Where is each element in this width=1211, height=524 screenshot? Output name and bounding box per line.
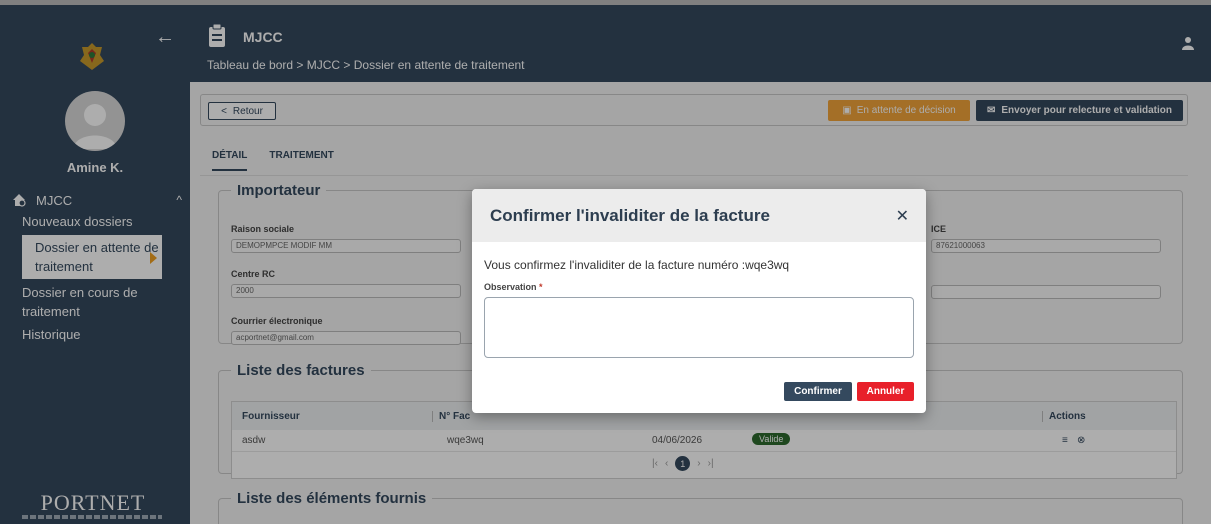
dialog-title: Confirmer l'invaliditer de la facture (490, 206, 770, 225)
confirm-invalidate-dialog: Confirmer l'invaliditer de la facture ✕ … (472, 189, 926, 413)
cancel-button[interactable]: Annuler (857, 382, 914, 401)
dialog-header: Confirmer l'invaliditer de la facture ✕ (472, 189, 926, 242)
close-icon[interactable]: ✕ (896, 206, 909, 226)
confirm-button[interactable]: Confirmer (784, 382, 852, 401)
observation-label: Observation * (484, 282, 543, 292)
dialog-message: Vous confirmez l'invaliditer de la factu… (484, 258, 790, 272)
required-marker: * (536, 282, 543, 292)
observation-label-text: Observation (484, 282, 537, 292)
observation-input[interactable] (484, 297, 914, 358)
